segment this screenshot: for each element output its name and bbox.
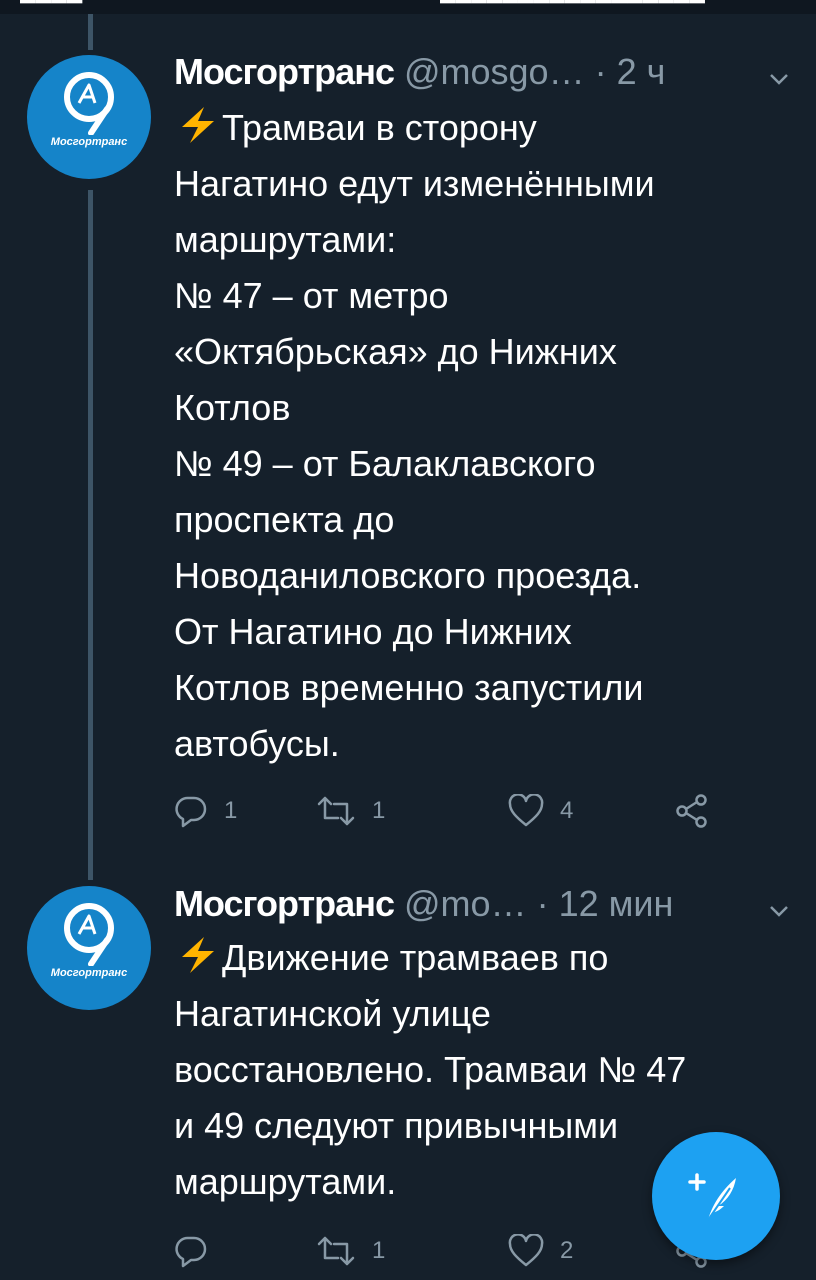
retweet-icon: [317, 796, 355, 826]
reply-button[interactable]: 1: [174, 786, 237, 836]
header-separator: ·: [594, 51, 607, 92]
chevron-down-icon[interactable]: [768, 890, 790, 930]
tweet-time: 2 ч: [616, 51, 666, 92]
mosgortrans-logo-icon: [64, 903, 114, 966]
mosgortrans-logo-icon: [64, 72, 114, 135]
avatar[interactable]: Мосгортранс: [27, 55, 151, 179]
tweet-header: Мосгортранс @mosgo… · 2 ч: [174, 52, 794, 92]
tweet-text-content: Трамваи в сторону Нагатино едут изменённ…: [174, 107, 655, 764]
status-indicators: ▀▀▀▀▀▀▀▀▀▀▀▀▀▀▀▀▀: [440, 0, 705, 14]
author-handle[interactable]: @mosgo…: [404, 51, 585, 92]
retweet-icon: [317, 1236, 355, 1266]
tweet-header: Мосгортранс @mo… · 12 мин: [174, 884, 794, 924]
compose-tweet-button[interactable]: [652, 1132, 780, 1260]
twitter-thread-screen: ▀▀▀▀ ▀▀▀▀▀▀▀▀▀▀▀▀▀▀▀▀▀ Мосгортранс Мосго…: [0, 0, 816, 1280]
status-bar: ▀▀▀▀ ▀▀▀▀▀▀▀▀▀▀▀▀▀▀▀▀▀: [0, 0, 816, 14]
compose-tweet-icon: [688, 1173, 736, 1221]
tweet-text-content: Движение трамваев по Нагатинской улице в…: [174, 937, 687, 1202]
lightning-bolt-icon: [174, 934, 222, 973]
status-clock: ▀▀▀▀: [20, 0, 83, 14]
reply-icon: [175, 1236, 207, 1268]
heart-icon: [508, 1234, 544, 1267]
reply-count: 1: [224, 797, 238, 824]
heart-icon: [508, 794, 544, 827]
reply-button[interactable]: [174, 1226, 224, 1276]
author-name[interactable]: Мосгортранс: [174, 883, 395, 924]
tweet-text: Трамваи в сторону Нагатино едут изменённ…: [174, 100, 794, 772]
like-button[interactable]: 2: [508, 1226, 573, 1276]
avatar-label: Мосгортранс: [50, 136, 128, 148]
author-name[interactable]: Мосгортранс: [174, 51, 395, 92]
like-count: 2: [560, 1237, 574, 1264]
chevron-down-icon[interactable]: [768, 58, 790, 98]
retweet-count: 1: [372, 797, 386, 824]
share-button[interactable]: [674, 786, 710, 836]
tweet-time: 12 мин: [558, 883, 674, 924]
thread-line-connector: [88, 190, 93, 880]
lightning-bolt-icon: [174, 104, 222, 143]
avatar-label: Мосгортранс: [50, 967, 128, 979]
author-handle[interactable]: @mo…: [404, 883, 527, 924]
thread-line-top: [88, 14, 93, 50]
like-count: 4: [560, 797, 574, 824]
reply-icon: [175, 796, 207, 828]
retweet-count: 1: [372, 1237, 386, 1264]
like-button[interactable]: 4: [508, 786, 573, 836]
header-separator: ·: [536, 883, 549, 924]
avatar[interactable]: Мосгортранс: [27, 886, 151, 1010]
retweet-button[interactable]: 1: [316, 786, 385, 836]
tweet-actions: 1 1 4: [174, 786, 794, 836]
share-icon: [676, 794, 707, 828]
retweet-button[interactable]: 1: [316, 1226, 385, 1276]
